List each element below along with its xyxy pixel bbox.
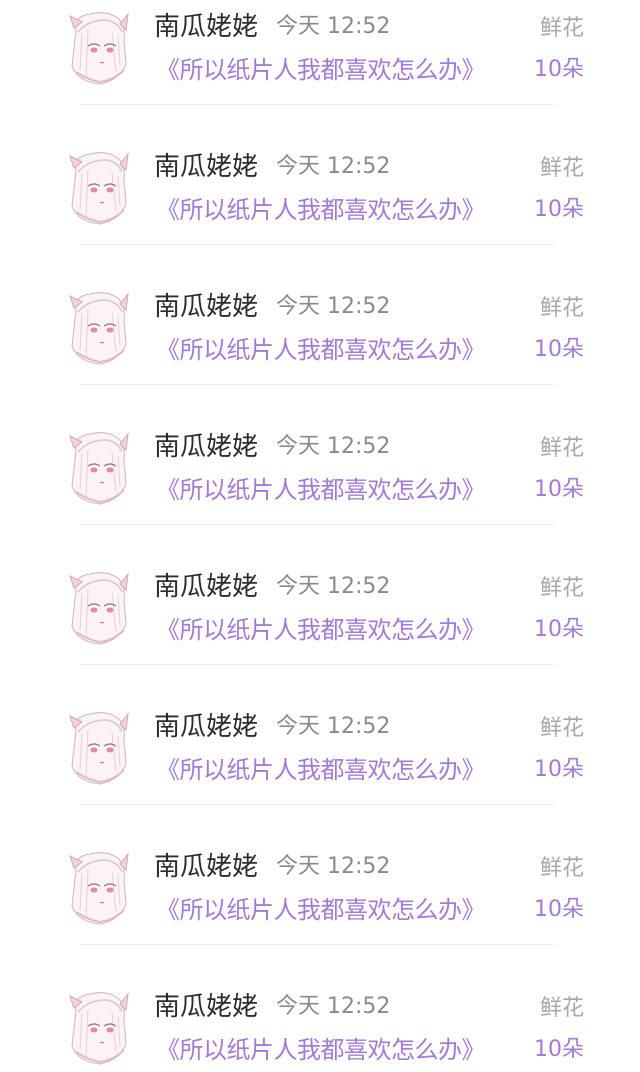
anime-avatar-icon xyxy=(69,292,129,365)
book-title-link[interactable]: 《所以纸片人我都喜欢怎么办》 xyxy=(156,52,486,88)
gift-time: 今天 12:52 xyxy=(276,434,391,459)
gift-type: 鲜花 xyxy=(539,16,584,41)
username[interactable]: 南瓜姥姥 xyxy=(154,710,258,744)
avatar[interactable] xyxy=(66,290,130,366)
username[interactable]: 南瓜姥姥 xyxy=(154,570,258,604)
avatar[interactable] xyxy=(66,990,130,1066)
username[interactable]: 南瓜姥姥 xyxy=(154,850,258,884)
gift-type: 鲜花 xyxy=(539,996,584,1021)
book-title-link[interactable]: 《所以纸片人我都喜欢怎么办》 xyxy=(156,612,486,648)
gift-type: 鲜花 xyxy=(539,156,584,181)
anime-avatar-icon xyxy=(69,12,129,85)
anime-avatar-icon xyxy=(69,152,129,225)
username[interactable]: 南瓜姥姥 xyxy=(154,290,258,324)
gift-count: 10朵 xyxy=(534,897,584,922)
divider xyxy=(80,244,554,245)
list-item[interactable]: 南瓜姥姥 今天 12:52 《所以纸片人我都喜欢怎么办》 鲜花 10朵 xyxy=(0,700,640,840)
gift-count: 10朵 xyxy=(534,617,584,642)
avatar[interactable] xyxy=(66,570,130,646)
gift-type: 鲜花 xyxy=(539,716,584,741)
gift-time: 今天 12:52 xyxy=(276,714,391,739)
anime-avatar-icon xyxy=(69,992,129,1065)
gift-count: 10朵 xyxy=(534,337,584,362)
book-title-link[interactable]: 《所以纸片人我都喜欢怎么办》 xyxy=(156,1032,486,1068)
gift-type: 鲜花 xyxy=(539,436,584,461)
username[interactable]: 南瓜姥姥 xyxy=(154,10,258,44)
avatar[interactable] xyxy=(66,710,130,786)
anime-avatar-icon xyxy=(69,572,129,645)
list-item[interactable]: 南瓜姥姥 今天 12:52 《所以纸片人我都喜欢怎么办》 鲜花 10朵 xyxy=(0,840,640,980)
divider xyxy=(80,384,554,385)
anime-avatar-icon xyxy=(69,712,129,785)
divider xyxy=(80,944,554,945)
gift-type: 鲜花 xyxy=(539,576,584,601)
gift-time: 今天 12:52 xyxy=(276,994,391,1019)
gift-time: 今天 12:52 xyxy=(276,154,391,179)
avatar[interactable] xyxy=(66,10,130,86)
divider xyxy=(80,664,554,665)
gift-record-list: 南瓜姥姥 今天 12:52 《所以纸片人我都喜欢怎么办》 鲜花 10朵 南瓜姥姥… xyxy=(0,0,640,1072)
list-item[interactable]: 南瓜姥姥 今天 12:52 《所以纸片人我都喜欢怎么办》 鲜花 10朵 xyxy=(0,560,640,700)
gift-count: 10朵 xyxy=(534,477,584,502)
gift-count: 10朵 xyxy=(534,57,584,82)
divider xyxy=(80,524,554,525)
divider xyxy=(80,804,554,805)
book-title-link[interactable]: 《所以纸片人我都喜欢怎么办》 xyxy=(156,752,486,788)
book-title-link[interactable]: 《所以纸片人我都喜欢怎么办》 xyxy=(156,892,486,928)
list-item[interactable]: 南瓜姥姥 今天 12:52 《所以纸片人我都喜欢怎么办》 鲜花 10朵 xyxy=(0,980,640,1072)
book-title-link[interactable]: 《所以纸片人我都喜欢怎么办》 xyxy=(156,192,486,228)
list-item[interactable]: 南瓜姥姥 今天 12:52 《所以纸片人我都喜欢怎么办》 鲜花 10朵 xyxy=(0,280,640,420)
gift-time: 今天 12:52 xyxy=(276,14,391,39)
username[interactable]: 南瓜姥姥 xyxy=(154,150,258,184)
list-item[interactable]: 南瓜姥姥 今天 12:52 《所以纸片人我都喜欢怎么办》 鲜花 10朵 xyxy=(0,420,640,560)
gift-count: 10朵 xyxy=(534,1037,584,1062)
list-item[interactable]: 南瓜姥姥 今天 12:52 《所以纸片人我都喜欢怎么办》 鲜花 10朵 xyxy=(0,140,640,280)
gift-time: 今天 12:52 xyxy=(276,854,391,879)
avatar[interactable] xyxy=(66,430,130,506)
gift-time: 今天 12:52 xyxy=(276,574,391,599)
username[interactable]: 南瓜姥姥 xyxy=(154,430,258,464)
gift-type: 鲜花 xyxy=(539,296,584,321)
anime-avatar-icon xyxy=(69,432,129,505)
gift-time: 今天 12:52 xyxy=(276,294,391,319)
book-title-link[interactable]: 《所以纸片人我都喜欢怎么办》 xyxy=(156,472,486,508)
list-item[interactable]: 南瓜姥姥 今天 12:52 《所以纸片人我都喜欢怎么办》 鲜花 10朵 xyxy=(0,0,640,140)
gift-count: 10朵 xyxy=(534,197,584,222)
username[interactable]: 南瓜姥姥 xyxy=(154,990,258,1024)
avatar[interactable] xyxy=(66,850,130,926)
gift-type: 鲜花 xyxy=(539,856,584,881)
book-title-link[interactable]: 《所以纸片人我都喜欢怎么办》 xyxy=(156,332,486,368)
avatar[interactable] xyxy=(66,150,130,226)
gift-count: 10朵 xyxy=(534,757,584,782)
divider xyxy=(80,104,554,105)
anime-avatar-icon xyxy=(69,852,129,925)
